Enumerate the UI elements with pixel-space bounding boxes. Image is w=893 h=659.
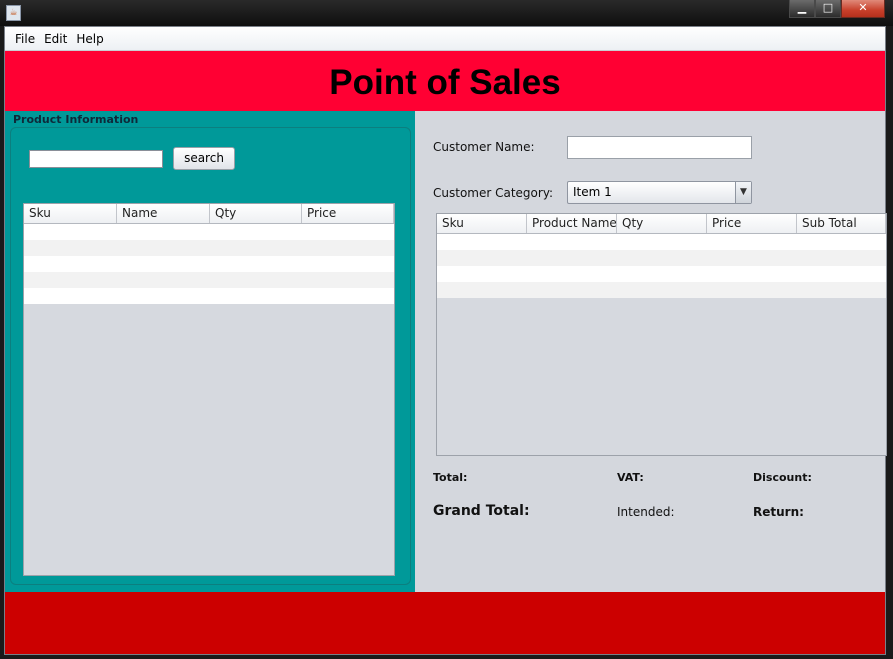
column-header-price[interactable]: Price [707, 214, 797, 233]
table-row[interactable] [24, 224, 394, 240]
product-information-border: search Sku Name Qty Price [10, 127, 411, 585]
intended-label: Intended: [617, 505, 675, 519]
column-header-sku[interactable]: Sku [24, 204, 117, 223]
product-table[interactable]: Sku Name Qty Price [23, 203, 395, 576]
column-header-price[interactable]: Price [302, 204, 394, 223]
table-row[interactable] [437, 266, 886, 282]
product-table-header: Sku Name Qty Price [24, 204, 394, 224]
table-row[interactable] [437, 282, 886, 298]
table-row[interactable] [24, 288, 394, 304]
table-row[interactable] [437, 250, 886, 266]
table-row[interactable] [437, 234, 886, 250]
minimize-button[interactable]: ▁ [789, 0, 815, 18]
table-row[interactable] [24, 256, 394, 272]
grand-total-label: Grand Total: [433, 503, 530, 519]
customer-category-label: Customer Category: [433, 186, 554, 200]
product-search-input[interactable] [29, 150, 163, 168]
product-information-title: Product Information [13, 113, 139, 126]
column-header-name[interactable]: Name [117, 204, 210, 223]
menu-file[interactable]: File [15, 32, 35, 46]
customer-name-field[interactable] [567, 136, 752, 159]
table-row[interactable] [24, 240, 394, 256]
cart-table[interactable]: Sku Product Name Qty Price Sub Total [436, 213, 887, 456]
table-row[interactable] [24, 272, 394, 288]
product-information-panel: Product Information search Sku Name Qty … [5, 111, 415, 592]
window-titlebar: ☕ ▁ □ ✕ [0, 0, 893, 26]
header-banner: Point of Sales [5, 51, 885, 111]
discount-label: Discount: [753, 471, 812, 484]
footer-bar [5, 592, 885, 654]
search-button[interactable]: search [173, 147, 235, 170]
menu-bar: File Edit Help [5, 27, 885, 51]
total-label: Total: [433, 471, 468, 484]
maximize-button[interactable]: □ [815, 0, 841, 18]
return-label: Return: [753, 505, 804, 519]
app-window: File Edit Help Point of Sales Product In… [4, 26, 887, 655]
cart-table-header: Sku Product Name Qty Price Sub Total [437, 214, 886, 234]
column-header-sub-total[interactable]: Sub Total [797, 214, 886, 233]
page-title: Point of Sales [329, 63, 561, 102]
window-controls: ▁ □ ✕ [789, 0, 885, 18]
column-header-product-name[interactable]: Product Name [527, 214, 617, 233]
chevron-down-icon[interactable]: ▼ [735, 182, 751, 203]
customer-category-select[interactable]: Item 1 ▼ [567, 181, 752, 204]
column-header-qty[interactable]: Qty [210, 204, 302, 223]
sales-panel: Customer Name: Customer Category: Item 1… [415, 111, 887, 592]
column-header-sku[interactable]: Sku [437, 214, 527, 233]
java-cup-icon[interactable]: ☕ [6, 5, 21, 21]
menu-edit[interactable]: Edit [44, 32, 67, 46]
vat-label: VAT: [617, 471, 644, 484]
menu-help[interactable]: Help [76, 32, 103, 46]
customer-name-label: Customer Name: [433, 140, 535, 154]
close-button[interactable]: ✕ [841, 0, 885, 18]
column-header-qty[interactable]: Qty [617, 214, 707, 233]
customer-category-value: Item 1 [573, 185, 612, 199]
